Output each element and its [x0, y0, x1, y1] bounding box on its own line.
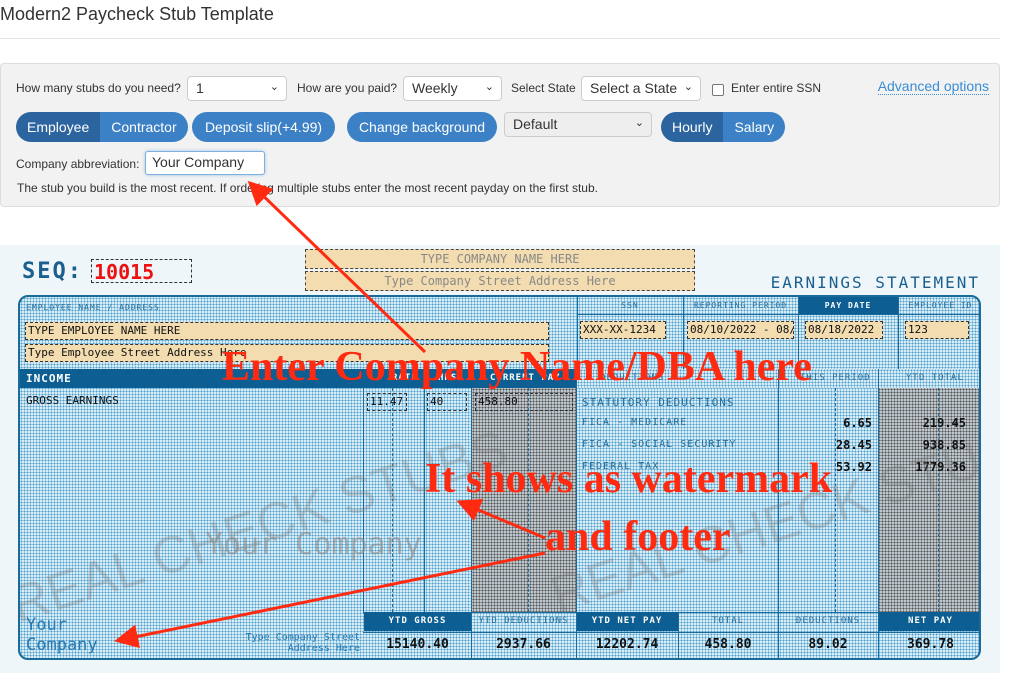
page-title: Modern2 Paycheck Stub Template	[0, 4, 274, 24]
deduction-ytd: 938.85	[922, 438, 966, 452]
paid-select-value: Weekly	[412, 80, 458, 96]
salary-button[interactable]: Salary	[723, 112, 786, 142]
footer-company-line2: Company	[26, 635, 98, 655]
divider	[392, 388, 393, 612]
reporting-period-field[interactable]: 08/10/2022 - 08/16/2022	[687, 321, 794, 339]
ssn-checkbox[interactable]	[712, 84, 724, 96]
divider	[363, 388, 364, 612]
abbrev-label: Company abbreviation:	[16, 157, 140, 171]
footer-company: Your Company	[26, 615, 98, 655]
employee-id-field[interactable]: 123	[905, 321, 969, 339]
income-label: GROSS EARNINGS	[26, 394, 119, 407]
title-divider	[0, 38, 1000, 39]
annotation-footer: and footer	[545, 514, 731, 560]
divider	[678, 612, 679, 658]
deduction-current: 6.65	[843, 416, 872, 430]
divider	[878, 369, 879, 612]
divider	[577, 314, 979, 315]
rate-field[interactable]: 11.47	[367, 393, 407, 411]
ytd-gross-header: YTD GROSS	[364, 612, 471, 631]
total-header: TOTAL	[711, 616, 745, 626]
deduction-section-label: STATUTORY DEDUCTIONS	[582, 396, 735, 409]
annotation-enter-company: Enter Company Name/DBA here	[222, 344, 812, 390]
hourly-button[interactable]: Hourly	[661, 112, 724, 142]
advanced-options-link[interactable]: Advanced options	[877, 78, 989, 95]
deposit-slip-button[interactable]: Deposit slip(+4.99)	[192, 112, 335, 142]
employee-button[interactable]: Employee	[16, 112, 101, 142]
pay-date-header: PAY DATE	[798, 297, 898, 314]
divider	[898, 297, 899, 369]
divider	[576, 612, 577, 658]
paid-label: How are you paid?	[297, 81, 398, 95]
deduction-ytd: 1779.36	[915, 460, 966, 474]
divider	[878, 612, 879, 658]
ytd-gross-value: 15140.40	[386, 637, 449, 652]
info-note: The stub you build is the most recent. I…	[17, 181, 598, 195]
net-pay-header: NET PAY	[878, 612, 979, 631]
stubs-select-value: 1	[196, 80, 204, 96]
company-name-field[interactable]: TYPE COMPANY NAME HERE	[305, 249, 695, 269]
deduction-label: FICA - SOCIAL SECURITY	[582, 439, 737, 450]
ytd-total-header: YTD TOTAL	[906, 373, 964, 383]
seq-number-field[interactable]: 10015	[91, 259, 192, 284]
state-label: Select State	[511, 81, 576, 95]
total-value: 458.80	[704, 637, 752, 652]
ytd-net-pay-header: YTD NET PAY	[576, 612, 678, 631]
hours-field[interactable]: 40	[427, 393, 467, 411]
ssn-header: SSN	[621, 301, 639, 310]
deductions-total-value: 89.02	[808, 637, 848, 652]
paid-select[interactable]: Weekly ⌄	[403, 76, 502, 101]
background-select-value: Default	[513, 116, 558, 132]
footer-address: Type Company Street Address Here	[245, 632, 360, 654]
state-select[interactable]: Select a State ⌄	[581, 76, 701, 101]
deductions-total-header: DEDUCTIONS	[795, 616, 861, 626]
company-abbreviation-input[interactable]: Your Company	[145, 151, 265, 175]
ytd-deductions-header: YTD DEDUCTIONS	[478, 616, 569, 626]
background-select[interactable]: Default ⌄	[504, 112, 652, 137]
pay-type-toggle: Hourly Salary	[661, 112, 786, 142]
footer-company-line1: Your	[26, 615, 67, 635]
state-select-value: Select a State	[590, 80, 678, 96]
current-pay-field[interactable]: 458.80	[475, 393, 573, 411]
statement-title: EARNINGS STATEMENT	[770, 273, 980, 292]
chevron-down-icon: ⌄	[683, 81, 693, 93]
income-header: INCOME	[26, 372, 72, 385]
divider	[363, 632, 979, 633]
company-address-field[interactable]: Type Company Street Address Here	[305, 271, 695, 291]
ssn-checkbox-label: Enter entire SSN	[731, 81, 822, 95]
chevron-down-icon: ⌄	[634, 117, 644, 129]
stubs-select[interactable]: 1 ⌄	[187, 76, 287, 101]
chevron-down-icon: ⌄	[269, 81, 279, 93]
period-header: REPORTING PERIOD	[693, 301, 788, 310]
annotation-watermark: It shows as watermark	[425, 456, 833, 502]
chevron-down-icon: ⌄	[484, 81, 494, 93]
net-pay-value: 369.78	[907, 637, 954, 652]
pay-date-field[interactable]: 08/18/2022	[805, 321, 883, 339]
change-background-button[interactable]: Change background	[347, 112, 497, 142]
employee-name-field[interactable]: TYPE EMPLOYEE NAME HERE	[25, 322, 549, 340]
seq-label: SEQ:	[22, 259, 83, 284]
deduction-ytd: 219.45	[922, 416, 966, 430]
worker-type-toggle: Employee Contractor	[16, 112, 188, 142]
contractor-button[interactable]: Contractor	[100, 112, 188, 142]
divider	[471, 612, 472, 658]
employee-header: EMPLOYEE NAME / ADDRESS	[26, 303, 160, 312]
employee-id-header: EMPLOYEE ID	[908, 301, 973, 310]
deduction-current: 28.45	[835, 438, 872, 452]
options-panel: How many stubs do you need? 1 ⌄ How are …	[0, 63, 1000, 207]
ssn-field[interactable]: XXX-XX-1234	[580, 321, 666, 339]
ytd-net-pay-value: 12202.74	[595, 637, 659, 652]
ytd-deductions-value: 2937.66	[496, 637, 551, 652]
deduction-label: FICA - MEDICARE	[582, 417, 688, 428]
stubs-label: How many stubs do you need?	[16, 81, 181, 95]
divider	[778, 612, 779, 658]
watermark-company: Your Company	[205, 527, 422, 562]
